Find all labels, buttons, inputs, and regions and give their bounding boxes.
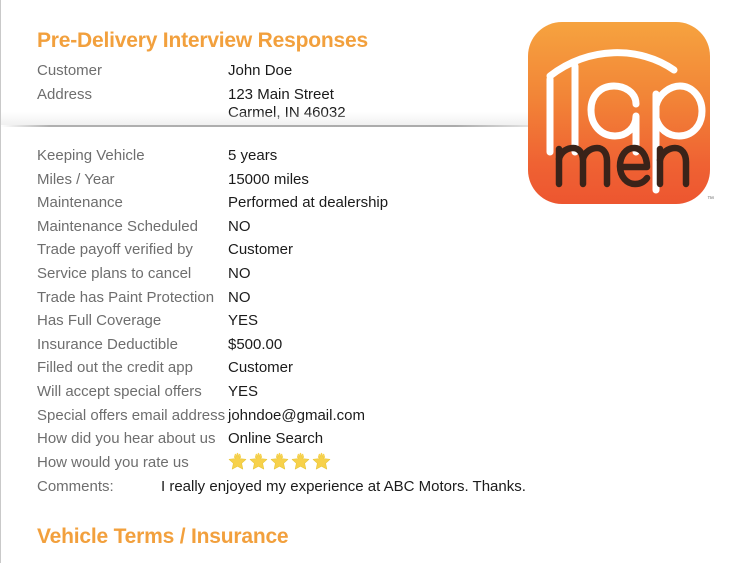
field-value: NO — [228, 217, 251, 235]
document-page: Pre-Delivery Interview Responses Custome… — [0, 0, 750, 563]
divider-shadow — [1, 112, 536, 125]
star-rating — [228, 452, 331, 471]
field-label: Trade payoff verified by — [37, 241, 193, 259]
field-label-customer: Customer — [37, 62, 103, 79]
field-label: Trade has Paint Protection — [37, 288, 215, 306]
itap-menu-logo — [528, 22, 710, 204]
field-value: NO — [228, 288, 251, 306]
field-value-address-line1: 123 Main Street — [228, 86, 334, 103]
star-icon — [249, 452, 268, 471]
field-value: 5 years — [228, 147, 278, 164]
field-label: Maintenance Scheduled — [37, 217, 198, 235]
star-icon — [312, 452, 331, 471]
field-value: NO — [228, 265, 251, 282]
field-value: Customer — [228, 359, 294, 377]
field-label-rating: How would you rate us — [37, 454, 189, 471]
field-label: Insurance Deductible — [37, 335, 178, 353]
field-value-customer: John Doe — [228, 62, 293, 79]
field-value: Performed at dealership — [228, 194, 389, 212]
star-icon — [228, 452, 247, 471]
field-label: Special offers email address — [37, 406, 226, 424]
star-icon — [270, 452, 289, 471]
field-value: $500.00 — [228, 335, 283, 353]
field-label-comments: Comments: — [37, 478, 114, 495]
field-label: Maintenance — [37, 194, 123, 212]
field-label-address: Address — [37, 86, 93, 103]
field-value: 15000 miles — [228, 170, 309, 188]
star-icon — [291, 452, 310, 471]
section-divider — [1, 125, 536, 127]
field-value-comments: I really enjoyed my experience at ABC Mo… — [161, 478, 526, 495]
field-label: Miles / Year — [37, 170, 115, 188]
field-label: How did you hear about us — [37, 430, 216, 448]
field-value: YES — [228, 383, 259, 400]
trademark-symbol: ™ — [707, 196, 714, 203]
field-value: johndoe@gmail.com — [228, 406, 365, 424]
field-label: Filled out the credit app — [37, 359, 193, 377]
logo-artwork — [528, 22, 710, 204]
field-value: Customer — [228, 241, 294, 259]
field-label: Will accept special offers — [37, 383, 202, 400]
page-title: Pre-Delivery Interview Responses — [37, 29, 368, 52]
field-value: Online Search — [228, 430, 324, 448]
field-value: YES — [228, 312, 259, 330]
field-label: Keeping Vehicle — [37, 147, 145, 164]
field-label: Has Full Coverage — [37, 312, 162, 330]
field-label: Service plans to cancel — [37, 265, 192, 282]
section-title-vehicle-terms: Vehicle Terms / Insurance — [37, 525, 289, 548]
